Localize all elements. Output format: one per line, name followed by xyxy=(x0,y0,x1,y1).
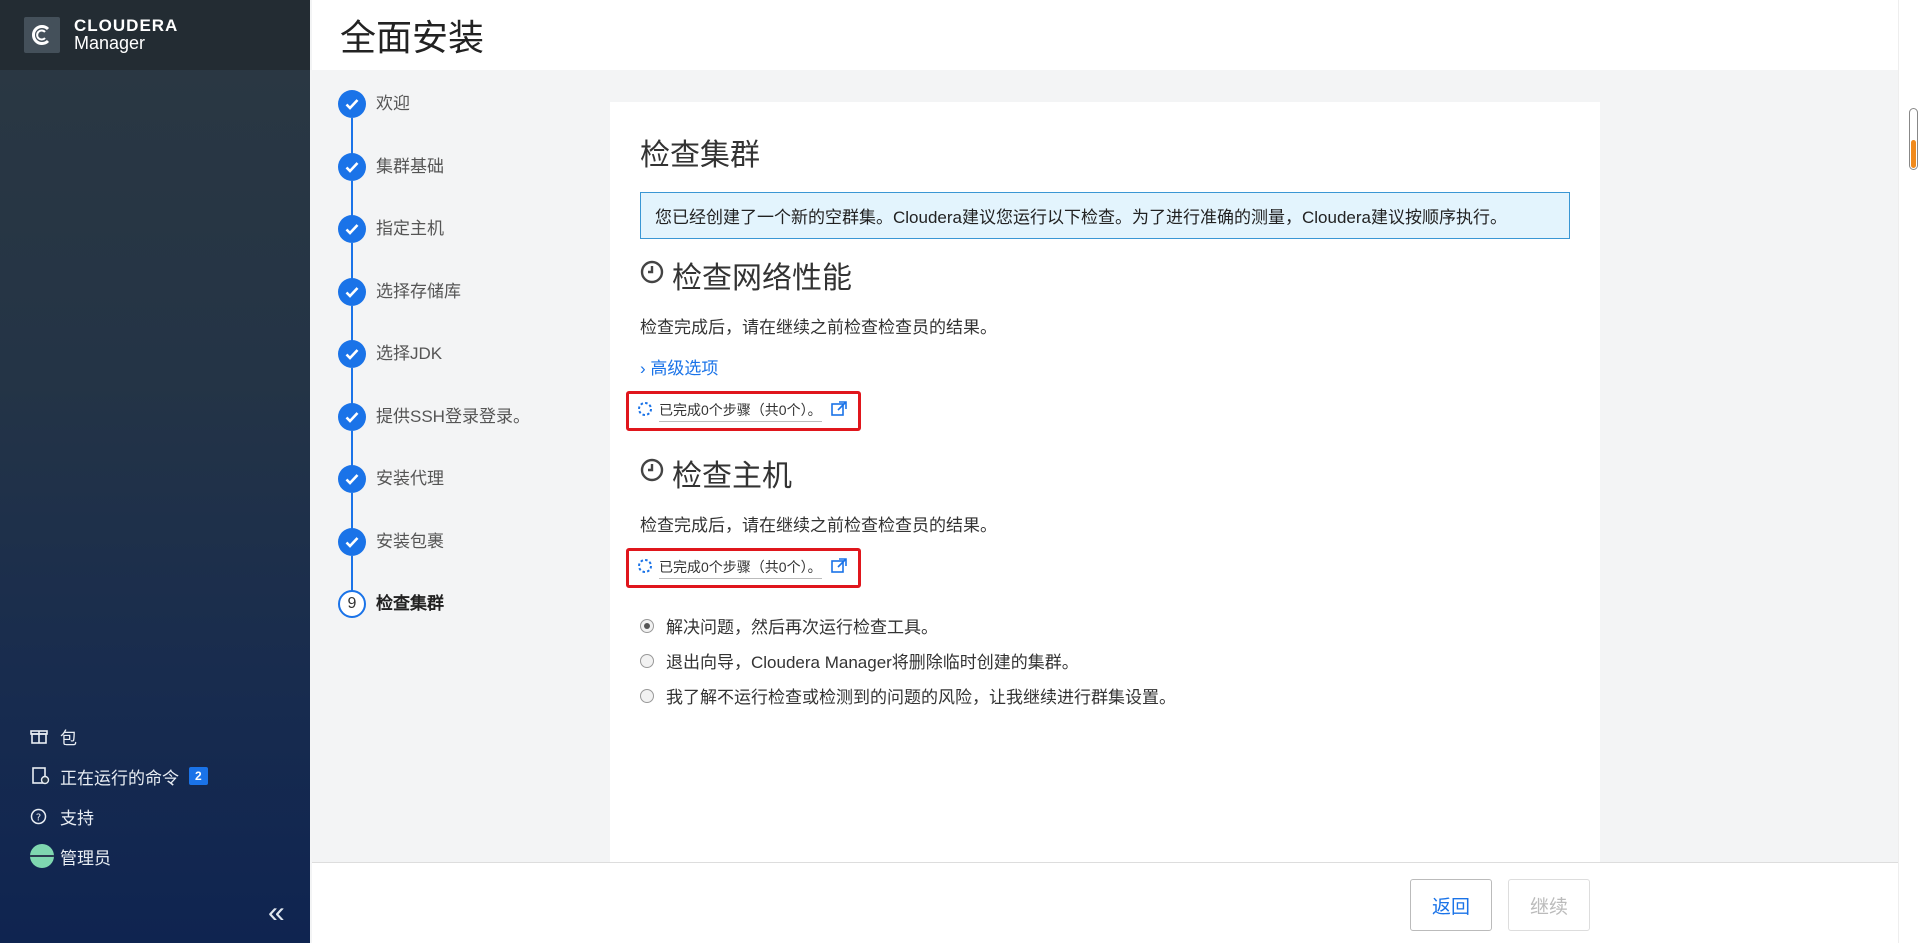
clock-icon xyxy=(640,456,664,490)
step-label: 安装包裹 xyxy=(376,531,444,551)
wizard-step[interactable]: 指定主机 xyxy=(338,215,578,279)
step-connector xyxy=(351,368,353,404)
network-check-heading: 检查网络性能 xyxy=(672,262,852,295)
page-header: 全面安装 xyxy=(312,0,1898,70)
wizard-footer: 返回 继续 xyxy=(312,862,1898,943)
check-icon xyxy=(338,465,366,493)
wizard-step[interactable]: 欢迎 xyxy=(338,90,578,154)
option-radio[interactable] xyxy=(640,618,654,633)
collapse-sidebar-icon[interactable]: « xyxy=(268,896,285,930)
check-icon xyxy=(338,215,366,243)
inspect-cluster-card: 检查集群 您已经创建了一个新的空群集。Cloudera建议您运行以下检查。为了进… xyxy=(610,102,1600,862)
advanced-options-link[interactable]: › 高级选项 xyxy=(640,354,1570,379)
wizard-step[interactable]: 选择存储库 xyxy=(338,277,578,342)
sidebar-item-label: 包 xyxy=(60,728,77,748)
option-row[interactable]: 退出向导，Cloudera Manager将删除临时创建的集群。 xyxy=(640,643,1570,678)
network-check-status: 已完成0个步骤（共0个）。 xyxy=(626,391,861,431)
scrollbar-thumb[interactable] xyxy=(1909,108,1918,170)
step-connector xyxy=(351,305,353,342)
option-row[interactable]: 我了解不运行检查或检测到的问题的风险，让我继续进行群集设置。 xyxy=(640,678,1570,713)
info-alert: 您已经创建了一个新的空群集。Cloudera建议您运行以下检查。为了进行准确的测… xyxy=(640,192,1570,239)
step-label: 安装代理 xyxy=(376,469,444,488)
wizard-step[interactable]: 集群基础 xyxy=(338,152,578,217)
step-label: 选择存储库 xyxy=(376,281,461,301)
host-check-heading: 检查主机 xyxy=(672,460,792,493)
clock-icon xyxy=(640,258,664,292)
check-icon xyxy=(338,402,366,431)
spinner-icon xyxy=(637,558,653,579)
network-check-status-text[interactable]: 已完成0个步骤（共0个）。 xyxy=(659,400,822,422)
check-icon xyxy=(338,340,366,368)
external-link-icon[interactable] xyxy=(830,400,848,423)
external-link-icon[interactable] xyxy=(830,557,848,580)
brand-bar[interactable]: CLOUDERA Manager xyxy=(0,0,310,70)
commands-icon xyxy=(30,767,54,785)
option-label: 解决问题，然后再次运行检查工具。 xyxy=(666,618,938,637)
cloudera-logo-icon xyxy=(24,17,60,53)
back-button[interactable]: 返回 xyxy=(1410,879,1492,931)
wizard-step-current[interactable]: 9 检查集群 xyxy=(338,590,578,653)
page-scrollbar[interactable] xyxy=(1898,0,1920,943)
check-icon xyxy=(338,527,366,556)
sidebar-item-label: 正在运行的命令 xyxy=(60,768,179,788)
section-title: 检查集群 xyxy=(640,139,760,172)
check-icon xyxy=(338,90,366,118)
host-check-title: 检查主机 xyxy=(640,451,1570,495)
page-title: 全面安装 xyxy=(340,17,485,58)
option-radio[interactable] xyxy=(640,653,654,668)
step-label: 选择JDK xyxy=(376,344,443,363)
brand-name: CLOUDERA xyxy=(74,15,179,35)
step-connector xyxy=(351,430,353,467)
option-label: 退出向导，Cloudera Manager将删除临时创建的集群。 xyxy=(666,653,1079,672)
wizard-step[interactable]: 安装代理 xyxy=(338,465,578,529)
step-number: 9 xyxy=(338,590,366,618)
option-row[interactable]: 解决问题，然后再次运行检查工具。 xyxy=(640,608,1570,643)
step-connector xyxy=(351,243,353,279)
sidebar-item-label: 支持 xyxy=(60,808,94,828)
host-check-status-text[interactable]: 已完成0个步骤（共0个）。 xyxy=(659,557,822,579)
chevron-right-icon: › xyxy=(640,359,646,378)
step-label: 欢迎 xyxy=(376,94,410,113)
option-label: 我了解不运行检查或检测到的问题的风险，让我继续进行群集设置。 xyxy=(666,688,1176,707)
sidebar-nav: 包 正在运行的命令 2 ? 支持 管理员 xyxy=(0,716,310,876)
step-label: 提供SSH登录登录。 xyxy=(376,406,530,426)
step-label: 集群基础 xyxy=(376,156,444,176)
avatar xyxy=(30,844,54,868)
question-circle-icon: ? xyxy=(30,808,54,825)
step-label: 指定主机 xyxy=(376,219,444,238)
host-check-status: 已完成0个步骤（共0个）。 xyxy=(626,548,861,588)
step-label: 检查集群 xyxy=(376,594,444,613)
host-check-desc: 检查完成后，请在继续之前检查检查员的结果。 xyxy=(640,516,997,535)
commands-count-badge: 2 xyxy=(189,767,208,785)
check-icon xyxy=(338,152,366,181)
step-connector xyxy=(351,118,353,154)
sidebar-item-support[interactable]: ? 支持 xyxy=(0,796,310,836)
advanced-options-label: 高级选项 xyxy=(650,359,719,378)
spinner-icon xyxy=(637,401,653,422)
wizard-steps: 欢迎 集群基础 指定主机 选择存储库 选择JDK 提供SSH登录登录。 安装代理… xyxy=(338,90,578,653)
resolution-options: 解决问题，然后再次运行检查工具。 退出向导，Cloudera Manager将删… xyxy=(640,608,1570,713)
option-radio[interactable] xyxy=(640,688,654,703)
sidebar-item-running-commands[interactable]: 正在运行的命令 2 xyxy=(0,756,310,796)
network-check-title: 检查网络性能 xyxy=(640,253,1570,297)
sidebar-item-admin[interactable]: 管理员 xyxy=(0,836,310,876)
check-icon xyxy=(338,277,366,306)
continue-button[interactable]: 继续 xyxy=(1508,879,1590,931)
brand-product: Manager xyxy=(74,33,146,54)
wizard-step[interactable]: 提供SSH登录登录。 xyxy=(338,402,578,467)
network-check-desc: 检查完成后，请在继续之前检查检查员的结果。 xyxy=(640,318,997,337)
svg-text:?: ? xyxy=(36,812,41,823)
wizard-step[interactable]: 安装包裹 xyxy=(338,527,578,592)
sidebar-item-parcels[interactable]: 包 xyxy=(0,716,310,756)
gift-icon xyxy=(30,727,54,745)
sidebar: CLOUDERA Manager 包 正在运行的命令 2 ? 支持 管理员 « xyxy=(0,0,310,943)
step-connector xyxy=(351,493,353,529)
sidebar-item-label: 管理员 xyxy=(60,848,111,868)
step-connector xyxy=(351,555,353,592)
step-connector xyxy=(351,180,353,217)
wizard-step[interactable]: 选择JDK xyxy=(338,340,578,404)
